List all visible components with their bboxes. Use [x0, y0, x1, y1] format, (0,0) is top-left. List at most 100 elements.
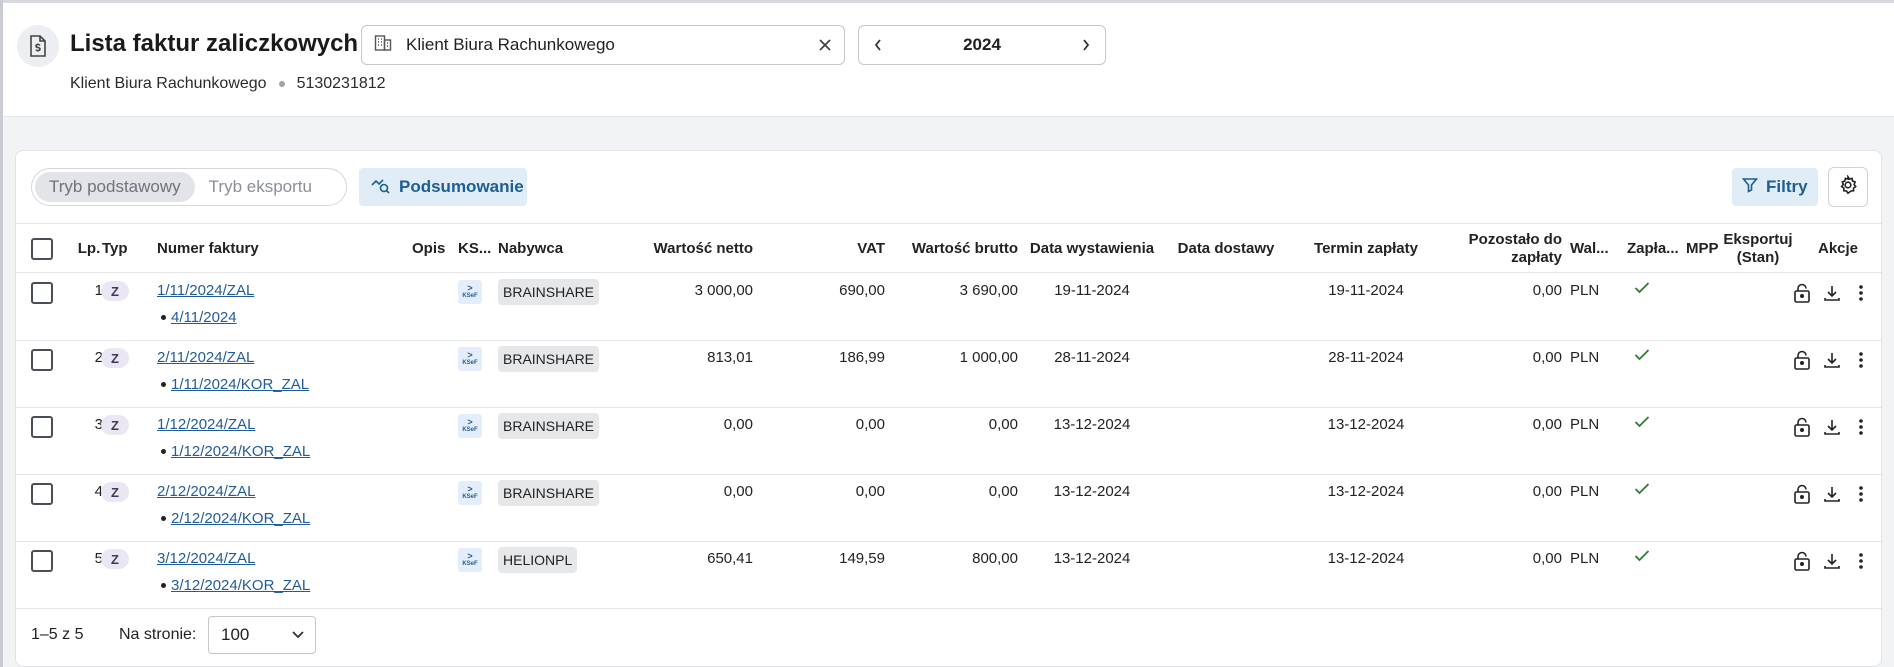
issue-date: 28-11-2024 — [1054, 349, 1130, 366]
col-buyer[interactable]: Nabywca — [498, 224, 598, 274]
col-vat[interactable]: VAT — [796, 224, 885, 274]
currency: PLN — [1570, 483, 1600, 500]
settings-button[interactable] — [1828, 167, 1868, 207]
per-page-select[interactable]: 100 — [208, 616, 316, 654]
net-value: 0,00 — [723, 483, 753, 500]
col-remaining[interactable]: Pozostało do zapłaty — [1446, 224, 1562, 274]
vat-value: 0,00 — [855, 416, 885, 433]
more-vertical-icon[interactable] — [1851, 417, 1871, 437]
related-invoice-link[interactable]: 3/12/2024/KOR_ZAL — [171, 577, 310, 594]
more-vertical-icon[interactable] — [1851, 283, 1871, 303]
vat-value: 690,00 — [839, 282, 885, 299]
ksef-icon[interactable]: > KSeF — [458, 414, 482, 438]
col-ksef[interactable]: KS... — [458, 224, 494, 274]
row-checkbox[interactable] — [31, 550, 53, 572]
ksef-icon-label: KSeF — [462, 360, 478, 366]
issue-date: 19-11-2024 — [1054, 282, 1130, 299]
col-remaining-line2: zapłaty — [1511, 249, 1562, 266]
remaining-value: 0,00 — [1532, 483, 1562, 500]
row-checkbox[interactable] — [31, 416, 53, 438]
gross-value: 0,00 — [988, 416, 1018, 433]
lock-icon[interactable] — [1792, 484, 1812, 504]
ksef-icon[interactable]: > KSeF — [458, 481, 482, 505]
ksef-icon-arrow: > — [467, 551, 473, 561]
col-opis[interactable]: Opis — [412, 224, 452, 274]
col-net[interactable]: Wartość netto — [616, 224, 753, 274]
related-invoice-link[interactable]: 1/12/2024/KOR_ZAL — [171, 443, 310, 460]
filter-icon — [1741, 177, 1759, 198]
invoice-number-link[interactable]: 1/12/2024/ZAL — [157, 416, 255, 434]
summary-button[interactable]: Podsumowanie — [359, 168, 527, 206]
buyer-chip: BRAINSHARE — [498, 413, 600, 439]
col-due-date[interactable]: Termin zapłaty — [1296, 224, 1436, 274]
row-checkbox[interactable] — [31, 483, 53, 505]
lock-icon[interactable] — [1792, 417, 1812, 437]
building-icon — [374, 34, 392, 57]
ksef-icon[interactable]: > KSeF — [458, 347, 482, 371]
download-icon[interactable] — [1822, 417, 1842, 437]
client-select-value: Klient Biura Rachunkowego — [406, 35, 615, 54]
col-typ[interactable]: Typ — [102, 224, 142, 274]
table-row: 5 Z 3/12/2024/ZAL 3/12/2024/KOR_ZAL > KSeF HEL… — [16, 541, 1881, 609]
invoice-number-link[interactable]: 2/12/2024/ZAL — [157, 483, 255, 501]
separator-dot — [278, 81, 285, 87]
col-delivery-date[interactable]: Data dostawy — [1166, 224, 1286, 274]
remaining-value: 0,00 — [1532, 282, 1562, 299]
pagination-footer: 1–5 z 5 Na stronie: 100 — [16, 608, 1881, 666]
download-icon[interactable] — [1822, 484, 1842, 504]
col-export[interactable]: Eksportuj (Stan) — [1723, 224, 1792, 274]
chevron-right-icon[interactable] — [1081, 38, 1091, 52]
mode-basic-option[interactable]: Tryb podstawowy — [35, 172, 195, 202]
net-value: 3 000,00 — [694, 282, 753, 299]
lock-icon[interactable] — [1792, 283, 1812, 303]
more-vertical-icon[interactable] — [1851, 551, 1871, 571]
currency: PLN — [1570, 349, 1600, 366]
close-icon[interactable] — [818, 38, 832, 52]
gross-value: 1 000,00 — [959, 349, 1018, 366]
col-mpp[interactable]: MPP — [1686, 224, 1726, 274]
invoice-number-link[interactable]: 1/11/2024/ZAL — [157, 282, 254, 300]
mode-toggle: Tryb podstawowy Tryb eksportu — [31, 168, 347, 206]
invoice-number-link[interactable]: 2/11/2024/ZAL — [157, 349, 254, 367]
vat-value: 149,59 — [839, 550, 885, 567]
related-invoice-link[interactable]: 4/11/2024 — [171, 309, 237, 326]
buyer-chip: BRAINSHARE — [498, 279, 600, 305]
more-vertical-icon[interactable] — [1851, 484, 1871, 504]
col-paid[interactable]: Zapła... — [1627, 224, 1679, 274]
per-page-value: 100 — [221, 625, 250, 644]
col-gross[interactable]: Wartość brutto — [896, 224, 1018, 274]
filters-button[interactable]: Filtry — [1732, 168, 1818, 206]
gross-value: 0,00 — [988, 483, 1018, 500]
download-icon[interactable] — [1822, 551, 1842, 571]
col-number[interactable]: Numer faktury — [157, 224, 357, 274]
select-all-checkbox[interactable] — [31, 238, 53, 260]
download-icon[interactable] — [1822, 283, 1842, 303]
document-dollar-icon — [17, 25, 59, 67]
lock-icon[interactable] — [1792, 551, 1812, 571]
row-checkbox[interactable] — [31, 282, 53, 304]
gross-value: 3 690,00 — [959, 282, 1018, 299]
chevron-left-icon[interactable] — [873, 38, 883, 52]
related-invoice-link[interactable]: 1/11/2024/KOR_ZAL — [171, 376, 309, 393]
invoice-number-link[interactable]: 3/12/2024/ZAL — [157, 550, 255, 568]
client-info: Klient Biura Rachunkowego 5130231812 — [70, 75, 386, 93]
ksef-icon-arrow: > — [467, 484, 473, 494]
type-badge: Z — [101, 415, 129, 435]
client-select[interactable]: Klient Biura Rachunkowego — [361, 25, 845, 65]
ksef-icon[interactable]: > KSeF — [458, 548, 482, 572]
related-invoice-link[interactable]: 2/12/2024/KOR_ZAL — [171, 510, 310, 527]
check-icon — [1634, 482, 1650, 500]
download-icon[interactable] — [1822, 350, 1842, 370]
row-checkbox[interactable] — [31, 349, 53, 371]
col-issue-date[interactable]: Data wystawienia — [1024, 224, 1160, 274]
more-vertical-icon[interactable] — [1851, 350, 1871, 370]
table-row: 3 Z 1/12/2024/ZAL 1/12/2024/KOR_ZAL > KSeF BRA… — [16, 407, 1881, 475]
gross-value: 800,00 — [972, 550, 1018, 567]
ksef-icon-arrow: > — [467, 283, 473, 293]
col-currency[interactable]: Wal... — [1570, 224, 1612, 274]
lock-icon[interactable] — [1792, 350, 1812, 370]
ksef-icon-label: KSeF — [462, 494, 478, 500]
row-lp: 4 — [94, 483, 103, 500]
ksef-icon[interactable]: > KSeF — [458, 280, 482, 304]
mode-export-option[interactable]: Tryb eksportu — [195, 172, 326, 202]
